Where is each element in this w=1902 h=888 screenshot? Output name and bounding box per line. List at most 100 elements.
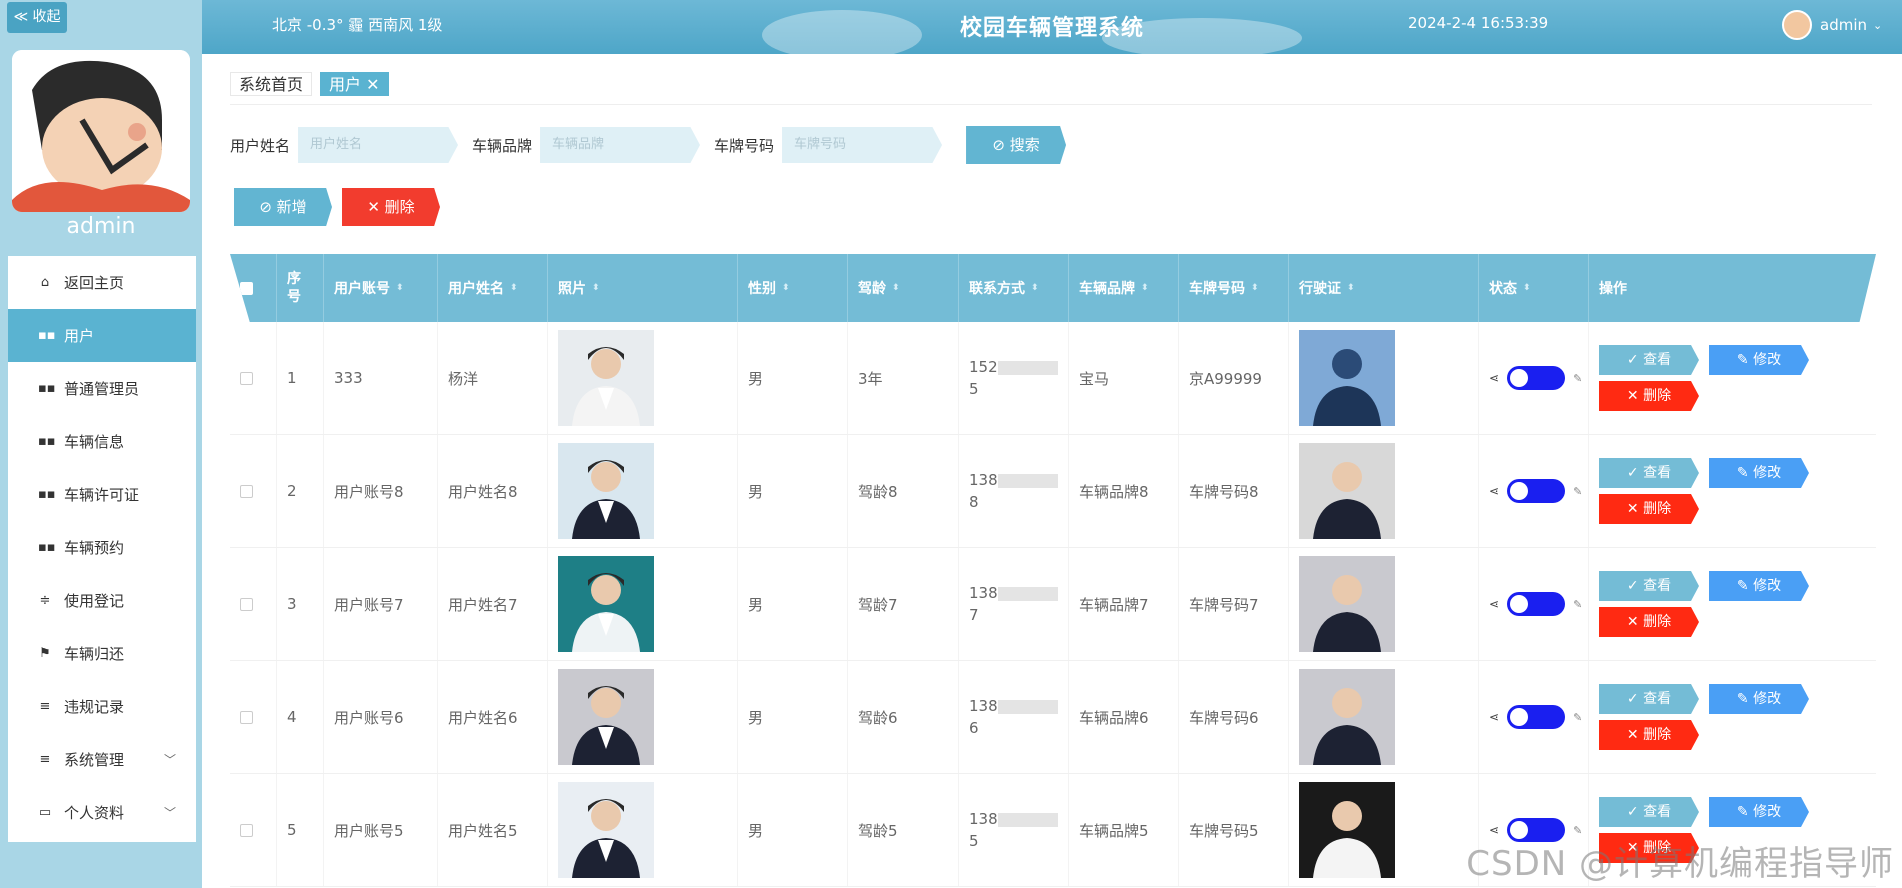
table-row: 2 用户账号8 用户姓名8 男 驾龄8 138 8 车辆品牌8 车牌号码8 ⋖ … [230, 435, 1876, 548]
col-driving-age[interactable]: 驾龄 ⬍ [848, 254, 959, 322]
view-button[interactable]: ✓ 查看 [1599, 345, 1699, 375]
modify-button[interactable]: ✎ 修改 [1709, 458, 1809, 488]
sidebar-username: admin [66, 214, 136, 239]
row-delete-button[interactable]: ✕ 删除 [1599, 720, 1699, 750]
edit-icon[interactable]: ✎ [1573, 711, 1582, 724]
user-photo[interactable] [558, 782, 654, 878]
license-photo[interactable] [1299, 669, 1395, 765]
status-toggle[interactable] [1507, 366, 1566, 390]
license-photo[interactable] [1299, 330, 1395, 426]
view-button[interactable]: ✓ 查看 [1599, 684, 1699, 714]
col-gender[interactable]: 性别 ⬍ [738, 254, 848, 322]
col-license[interactable]: 行驶证 ⬍ [1289, 254, 1479, 322]
user-photo[interactable] [558, 330, 654, 426]
sidebar-item-permits[interactable]: ▪▪ 车辆许可证 [8, 468, 196, 521]
sidebar-item-usage[interactable]: ≑ 使用登记 [8, 574, 196, 627]
edit-icon[interactable]: ✎ [1573, 485, 1582, 498]
header-label: 状态 [1489, 281, 1517, 297]
redaction-mask [997, 812, 1058, 827]
row-delete-button[interactable]: ✕ 删除 [1599, 381, 1699, 411]
status-toggle[interactable] [1507, 479, 1566, 503]
sidebar-item-system[interactable]: ≡ 系统管理 ﹀ [8, 733, 196, 786]
pencil-icon: ✎ [1736, 465, 1754, 481]
cell-brand: 车辆品牌5 [1069, 774, 1179, 886]
add-button[interactable]: ⊘ 新增 [234, 188, 332, 226]
share-icon[interactable]: ⋖ [1489, 484, 1499, 498]
col-plate[interactable]: 车牌号码 ⬍ [1179, 254, 1289, 322]
sidebar-item-reservations[interactable]: ▪▪ 车辆预约 [8, 521, 196, 574]
user-photo[interactable] [558, 443, 654, 539]
search-button[interactable]: ⊘ 搜索 [966, 126, 1067, 164]
edit-icon[interactable]: ✎ [1573, 372, 1582, 385]
license-photo[interactable] [1299, 556, 1395, 652]
cell-brand: 车辆品牌7 [1069, 548, 1179, 660]
modify-button[interactable]: ✎ 修改 [1709, 571, 1809, 601]
edit-icon[interactable]: ✎ [1573, 598, 1582, 611]
view-button[interactable]: ✓ 查看 [1599, 458, 1699, 488]
share-icon[interactable]: ⋖ [1489, 710, 1499, 724]
modify-button[interactable]: ✎ 修改 [1709, 797, 1809, 827]
col-brand[interactable]: 车辆品牌 ⬍ [1069, 254, 1179, 322]
row-delete-button[interactable]: ✕ 删除 [1599, 607, 1699, 637]
sidebar-item-label: 违规记录 [64, 698, 125, 716]
brand-label: 车辆品牌 [472, 136, 533, 155]
col-photo[interactable]: 照片 ⬍ [548, 254, 738, 322]
row-checkbox[interactable] [240, 371, 253, 385]
modify-button[interactable]: ✎ 修改 [1709, 684, 1809, 714]
collapse-button[interactable]: ≪ 收起 [7, 2, 67, 33]
user-menu[interactable]: admin ⌄ [1782, 10, 1882, 40]
plate-input[interactable]: 车牌号码 [782, 127, 943, 163]
cell-license [1289, 548, 1479, 660]
view-button[interactable]: ✓ 查看 [1599, 571, 1699, 601]
user-photo[interactable] [558, 669, 654, 765]
phone-suffix: 7 [969, 606, 979, 624]
cell-brand: 车辆品牌8 [1069, 435, 1179, 547]
row-checkbox[interactable] [240, 710, 253, 724]
edit-icon[interactable]: ✎ [1573, 824, 1582, 837]
modify-button[interactable]: ✎ 修改 [1709, 345, 1809, 375]
share-icon[interactable]: ⋖ [1489, 597, 1499, 611]
cell-license [1289, 661, 1479, 773]
license-photo[interactable] [1299, 443, 1395, 539]
share-icon[interactable]: ⋖ [1489, 823, 1499, 837]
name-input[interactable]: 用户姓名 [298, 127, 459, 163]
select-all-checkbox[interactable] [240, 281, 253, 295]
status-toggle[interactable] [1507, 592, 1566, 616]
delete-button[interactable]: ✕ 删除 [342, 188, 440, 226]
col-phone[interactable]: 联系方式 ⬍ [959, 254, 1069, 322]
tab-home[interactable]: 系统首页 [230, 72, 313, 96]
sidebar-item-profile[interactable]: ▭ 个人资料 ﹀ [8, 786, 196, 839]
sidebar-item-users[interactable]: ▪▪ 用户 [8, 309, 196, 362]
sidebar-item-vehicles[interactable]: ▪▪ 车辆信息 [8, 415, 196, 468]
row-checkbox[interactable] [240, 597, 253, 611]
user-photo[interactable] [558, 556, 654, 652]
tab-users[interactable]: 用户 ✕ [320, 72, 389, 96]
brand-input[interactable]: 车辆品牌 [540, 127, 701, 163]
cell-ops: ✓ 查看 ✎ 修改 ✕ 删除 [1589, 661, 1876, 773]
row-checkbox[interactable] [240, 823, 253, 837]
col-status[interactable]: 状态 ⬍ [1479, 254, 1589, 322]
col-name[interactable]: 用户姓名 ⬍ [438, 254, 548, 322]
phone-prefix: 138 [969, 471, 998, 489]
col-account[interactable]: 用户账号 ⬍ [324, 254, 438, 322]
row-select-cell [230, 661, 277, 773]
header-label: 照片 [558, 281, 586, 297]
modify-label: 修改 [1753, 691, 1782, 707]
sidebar-item-violations[interactable]: ≡ 违规记录 [8, 680, 196, 733]
view-button[interactable]: ✓ 查看 [1599, 797, 1699, 827]
sidebar-item-admins[interactable]: ▪▪ 普通管理员 [8, 362, 196, 415]
redaction-mask [997, 473, 1058, 488]
check-icon: ✓ [1626, 352, 1644, 368]
cell-license [1289, 322, 1479, 434]
cell-status: ⋖ ✎ [1479, 322, 1589, 434]
row-delete-button[interactable]: ✕ 删除 [1599, 494, 1699, 524]
sidebar-item-home[interactable]: ⌂ 返回主页 [8, 256, 196, 309]
phone-suffix: 8 [969, 493, 979, 511]
license-photo[interactable] [1299, 782, 1395, 878]
sidebar-item-label: 返回主页 [64, 274, 125, 292]
status-toggle[interactable] [1507, 705, 1566, 729]
row-checkbox[interactable] [240, 484, 253, 498]
share-icon[interactable]: ⋖ [1489, 371, 1499, 385]
sidebar-item-returns[interactable]: ⚑ 车辆归还 [8, 627, 196, 680]
cell-license [1289, 435, 1479, 547]
